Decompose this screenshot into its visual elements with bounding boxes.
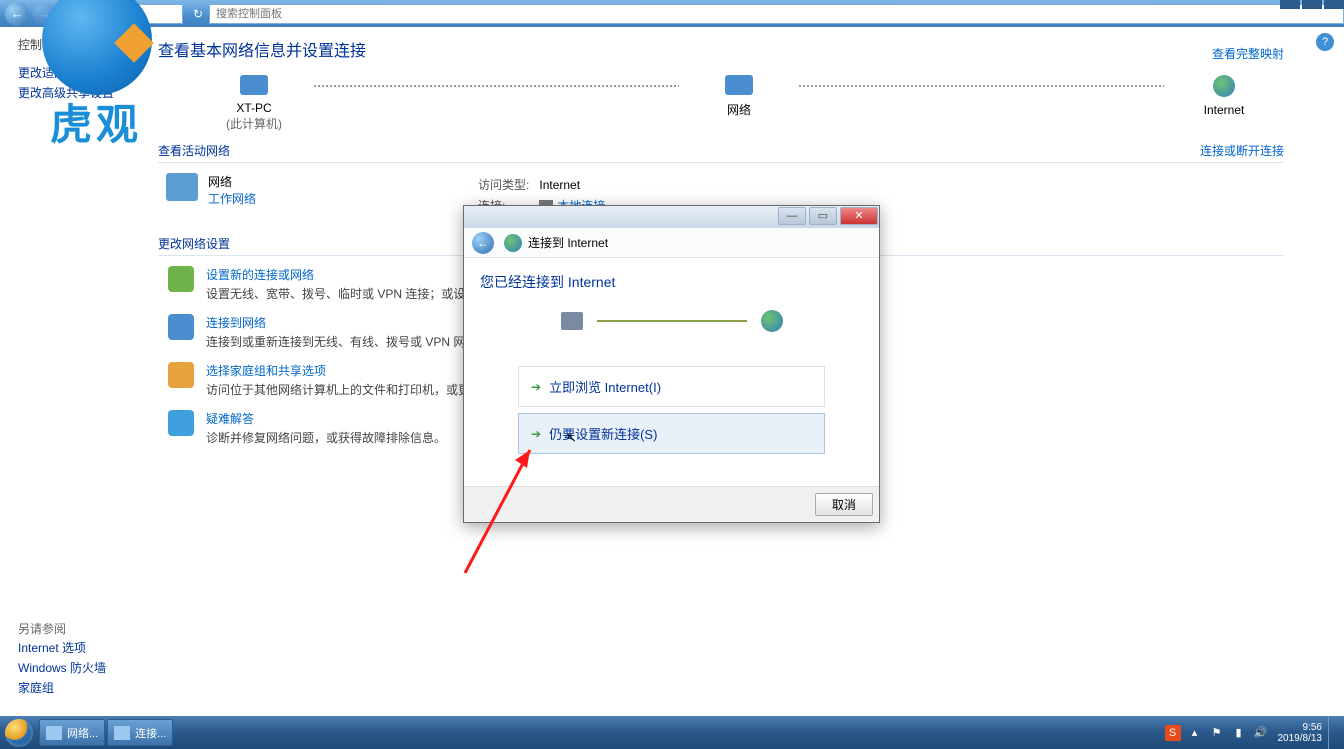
active-network-icon xyxy=(166,173,198,201)
globe-icon xyxy=(1213,75,1235,97)
tray-clock[interactable]: 9:56 2019/8/13 xyxy=(1278,722,1323,744)
sogou-ime-icon[interactable]: S xyxy=(1165,725,1181,741)
dialog-body: 您已经连接到 Internet ➔ 立即浏览 Internet(I) ➔ 仍要设… xyxy=(464,258,879,486)
map-node-internet: Internet xyxy=(1164,75,1284,117)
network-icon xyxy=(70,7,84,21)
search-input[interactable] xyxy=(210,8,1343,20)
link-firewall[interactable]: Windows 防火墙 xyxy=(18,658,134,678)
dialog-close-button[interactable]: ✕ xyxy=(840,207,878,225)
homegroup-icon xyxy=(168,362,194,388)
dialog-heading: 您已经连接到 Internet xyxy=(480,272,863,292)
new-connection-icon xyxy=(168,266,194,292)
explorer-addressbar: ← → 网络 › ↻ xyxy=(0,0,1344,27)
access-label: 访问类型: xyxy=(478,175,537,194)
dialog-header: ← 连接到 Internet xyxy=(464,228,879,258)
network-node-icon xyxy=(725,75,753,95)
dialog-connect-internet: — ▭ ✕ ← 连接到 Internet 您已经连接到 Internet ➔ 立… xyxy=(463,205,880,523)
node-inet-name: Internet xyxy=(1164,103,1284,117)
dialog-back-button[interactable]: ← xyxy=(472,232,494,254)
node-pc-sub: (此计算机) xyxy=(194,115,314,132)
search-box[interactable] xyxy=(209,4,1344,24)
access-value: Internet xyxy=(539,175,613,194)
window-controls xyxy=(1280,0,1344,9)
map-node-pc: XT-PC (此计算机) xyxy=(194,75,314,132)
network-tray-icon[interactable]: ▮ xyxy=(1231,725,1247,741)
map-line xyxy=(314,85,679,87)
dialog-pc-icon xyxy=(561,312,583,330)
task1-label: 网络... xyxy=(67,725,98,741)
back-button[interactable]: ← xyxy=(5,2,29,26)
max-icon[interactable] xyxy=(1302,0,1322,9)
network-map: XT-PC (此计算机) 网络 Internet xyxy=(194,75,1284,132)
opt4-link[interactable]: 疑难解答 xyxy=(206,410,446,427)
sidebar-see-also: 另请参阅 Internet 选项 Windows 防火墙 家庭组 xyxy=(18,620,134,710)
dialog-titlebar[interactable]: — ▭ ✕ xyxy=(464,206,879,228)
link-full-map[interactable]: 查看完整映射 xyxy=(1212,45,1284,62)
taskbar: 网络... 连接... S ▴ ⚑ ▮ 🔊 9:56 2019/8/13 xyxy=(0,716,1344,749)
dialog-globe-icon xyxy=(504,234,522,252)
task-item-network[interactable]: 网络... xyxy=(39,719,105,746)
tray-date: 2019/8/13 xyxy=(1278,733,1323,744)
setup-label: 仍要设置新连接(S) xyxy=(549,424,657,443)
arrow-right-icon: ➔ xyxy=(531,380,541,394)
dialog-option-browse[interactable]: ➔ 立即浏览 Internet(I) xyxy=(518,366,825,407)
forward-button[interactable]: → xyxy=(32,2,56,26)
network-name: 网络 xyxy=(208,173,256,190)
arrow-right-icon: ➔ xyxy=(531,427,541,441)
section-active: 查看活动网络 连接或断开连接 xyxy=(158,142,1284,163)
troubleshoot-icon xyxy=(168,410,194,436)
cancel-button[interactable]: 取消 xyxy=(815,493,873,516)
volume-icon[interactable]: 🔊 xyxy=(1253,725,1269,741)
taskbar-app-icon xyxy=(46,726,62,740)
page-title-row: 查看基本网络信息并设置连接 xyxy=(158,37,1284,61)
node-net-name: 网络 xyxy=(679,101,799,118)
refresh-button[interactable]: ↻ xyxy=(187,7,209,21)
connect-icon xyxy=(168,314,194,340)
min-icon[interactable] xyxy=(1280,0,1300,9)
system-tray: S ▴ ⚑ ▮ 🔊 9:56 2019/8/13 xyxy=(1162,716,1344,749)
map-node-network: 网络 xyxy=(679,75,799,118)
sidebar-adapter[interactable]: 更改适配器设置 xyxy=(18,63,134,83)
section-active-title: 查看活动网络 xyxy=(158,144,230,158)
show-desktop-button[interactable] xyxy=(1328,716,1338,749)
opt4-desc: 诊断并修复网络问题，或获得故障排除信息。 xyxy=(206,429,446,446)
breadcrumb-text: 网络 xyxy=(90,5,114,22)
sidebar-home[interactable]: 控制面板主页 xyxy=(18,35,134,55)
breadcrumb[interactable]: 网络 › xyxy=(63,4,183,24)
dialog-footer: 取消 xyxy=(464,486,879,522)
dialog-line xyxy=(597,320,747,322)
link-homegroup[interactable]: 家庭组 xyxy=(18,678,134,698)
dialog-option-setup[interactable]: ➔ 仍要设置新连接(S) xyxy=(518,413,825,454)
chevron-right-icon[interactable]: › xyxy=(118,7,122,21)
tray-chevron-icon[interactable]: ▴ xyxy=(1187,725,1203,741)
dialog-breadcrumb: 连接到 Internet xyxy=(528,234,608,251)
start-button[interactable] xyxy=(0,716,38,749)
help-icon[interactable]: ? xyxy=(1316,33,1334,51)
computer-icon xyxy=(240,75,268,95)
dialog-globe-icon xyxy=(761,310,783,332)
action-center-icon[interactable]: ⚑ xyxy=(1209,725,1225,741)
network-type-link[interactable]: 工作网络 xyxy=(208,192,256,206)
close-icon[interactable] xyxy=(1324,0,1344,9)
tray-time: 9:56 xyxy=(1278,722,1323,733)
dialog-map xyxy=(480,310,863,332)
task-item-connect[interactable]: 连接... xyxy=(107,719,173,746)
see-also-heading: 另请参阅 xyxy=(18,620,134,638)
windows-orb-icon xyxy=(5,719,33,747)
sidebar-advanced[interactable]: 更改高级共享设置 xyxy=(18,83,134,103)
link-disconnect[interactable]: 连接或断开连接 xyxy=(1200,142,1284,159)
dialog-min-button[interactable]: — xyxy=(778,207,806,225)
node-pc-name: XT-PC xyxy=(194,101,314,115)
map-line xyxy=(799,85,1164,87)
taskbar-app-icon xyxy=(114,726,130,740)
link-internet-options[interactable]: Internet 选项 xyxy=(18,638,134,658)
sidebar: 控制面板主页 更改适配器设置 更改高级共享设置 另请参阅 Internet 选项… xyxy=(0,27,140,716)
browse-label: 立即浏览 Internet(I) xyxy=(549,377,661,396)
dialog-max-button[interactable]: ▭ xyxy=(809,207,837,225)
task2-label: 连接... xyxy=(135,725,166,741)
page-title: 查看基本网络信息并设置连接 xyxy=(158,37,366,61)
